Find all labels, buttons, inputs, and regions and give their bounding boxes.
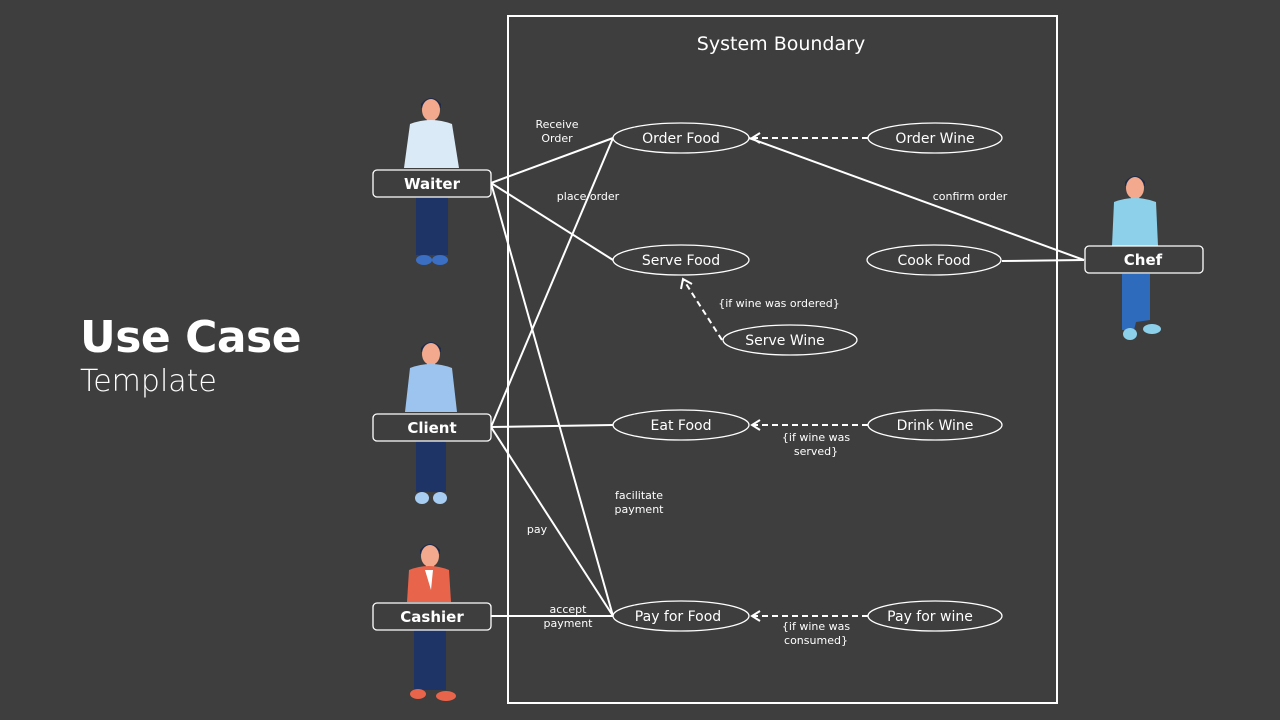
svg-text:Eat Food: Eat Food: [651, 418, 712, 434]
condition-if-wine-consumed-line1: {if wine was: [782, 620, 850, 633]
svg-text:Serve Food: Serve Food: [642, 253, 720, 269]
svg-text:Order Food: Order Food: [642, 131, 720, 147]
annotation-place-order: place order: [557, 190, 620, 203]
actor-chef-label: Chef: [1124, 251, 1163, 269]
annotation-facilitate-payment-line1: facilitate: [615, 489, 663, 502]
svg-text:Pay for wine: Pay for wine: [887, 609, 973, 625]
annotation-facilitate-payment-line2: payment: [614, 503, 664, 516]
condition-if-wine-served-line1: {if wine was: [782, 431, 850, 444]
association-client-order-food: [490, 137, 614, 428]
actor-waiter-label: Waiter: [404, 175, 461, 193]
association-chef-order-food: [748, 137, 1085, 261]
head-icon: [422, 99, 440, 121]
system-boundary-label: System Boundary: [697, 33, 865, 55]
use-case-serve-food[interactable]: Serve Food: [612, 244, 750, 276]
actor-client[interactable]: Client: [372, 413, 492, 442]
svg-text:Pay for Food: Pay for Food: [635, 609, 721, 625]
use-case-drink-wine[interactable]: Drink Wine: [867, 409, 1003, 441]
actor-chef[interactable]: Chef: [1084, 245, 1204, 274]
actor-cashier-label: Cashier: [400, 608, 464, 626]
condition-if-wine-consumed-line2: consumed}: [784, 634, 848, 647]
association-chef-cook-food: [1001, 259, 1085, 262]
condition-if-wine-ordered: {if wine was ordered}: [718, 297, 840, 310]
svg-text:Cook Food: Cook Food: [897, 253, 970, 269]
annotation-receive-order-line1: Receive: [535, 118, 578, 131]
association-client-eat-food: [490, 424, 614, 428]
arrowhead-icon: [680, 277, 693, 290]
use-case-order-food[interactable]: Order Food: [612, 122, 750, 154]
annotation-confirm-order: confirm order: [933, 190, 1008, 203]
annotation-receive-order-line2: Order: [541, 132, 573, 145]
use-case-order-wine[interactable]: Order Wine: [867, 122, 1003, 154]
use-case-diagram: System Boundary Order Food Order Wine Se: [372, 15, 1204, 704]
annotation-accept-payment-line2: payment: [543, 617, 593, 630]
svg-text:Order Wine: Order Wine: [895, 131, 974, 147]
svg-text:Drink Wine: Drink Wine: [897, 418, 974, 434]
use-case-serve-wine[interactable]: Serve Wine: [722, 324, 858, 356]
annotation-accept-payment-line1: accept: [550, 603, 588, 616]
extension-serve-wine-serve-food: [682, 278, 723, 341]
use-case-pay-for-wine[interactable]: Pay for wine: [867, 600, 1003, 632]
extensions: [682, 137, 868, 617]
use-case-cook-food[interactable]: Cook Food: [866, 244, 1002, 276]
pants-icon: [416, 195, 448, 255]
actor-cashier[interactable]: Cashier: [372, 602, 492, 631]
annotation-pay: pay: [527, 523, 548, 536]
association-client-pay-for-food: [490, 426, 614, 617]
use-case-eat-food[interactable]: Eat Food: [612, 409, 750, 441]
system-boundary-box: [507, 15, 1058, 704]
shirt-icon: [404, 120, 459, 168]
associations: [490, 137, 1085, 617]
actor-client-label: Client: [407, 419, 456, 437]
arrowheads: [680, 132, 761, 622]
actor-waiter[interactable]: Waiter: [372, 169, 492, 198]
use-case-pay-for-food[interactable]: Pay for Food: [612, 600, 750, 632]
svg-text:Serve Wine: Serve Wine: [745, 333, 825, 349]
condition-if-wine-served-line2: served}: [794, 445, 838, 458]
